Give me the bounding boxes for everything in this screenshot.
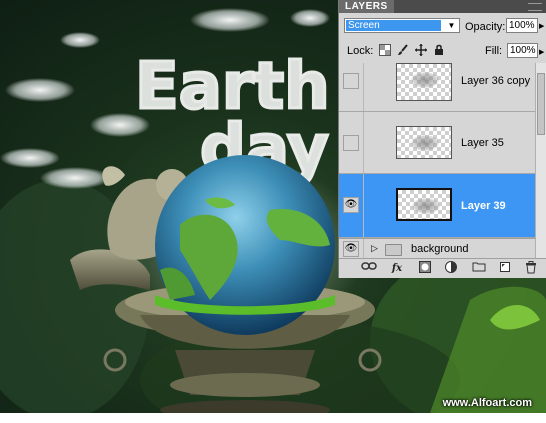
visibility-toggle[interactable] (343, 73, 359, 89)
panel-tab-bar: LAYERS (339, 0, 546, 13)
lock-brush-icon[interactable] (397, 44, 409, 56)
link-icon[interactable] (361, 261, 377, 276)
row-separator (363, 112, 364, 173)
blend-mode-value: Screen (346, 20, 441, 31)
group-name: background (411, 243, 469, 255)
scroll-thumb[interactable] (537, 73, 545, 135)
lock-move-icon[interactable] (415, 44, 427, 56)
layers-panel: LAYERS Screen ▼ Opacity: 100% ▶ Lock: Fi… (338, 0, 546, 278)
fill-slider-arrow-icon[interactable]: ▶ (539, 48, 544, 56)
layer-row-layer-39[interactable]: 👁 Layer 39 (339, 174, 535, 238)
tab-layers[interactable]: LAYERS (339, 0, 394, 13)
expand-arrow-icon[interactable]: ▷ (371, 243, 378, 254)
layer-name: Layer 35 (461, 137, 504, 149)
lock-label: Lock: (347, 45, 374, 57)
artwork-bottom-frame (0, 413, 546, 423)
lock-row: Lock: Fill: 100% ▶ (339, 39, 546, 64)
panel-menu-grip-icon[interactable] (528, 3, 542, 11)
layers-scrollbar[interactable] (535, 63, 546, 258)
opacity-input[interactable]: 100% (506, 18, 538, 33)
opacity-label: Opacity: (465, 21, 506, 33)
blend-mode-dropdown[interactable]: Screen ▼ (344, 18, 460, 33)
adjustment-layer-icon[interactable] (443, 261, 459, 276)
artwork-credit: www.Alfoart.com (442, 397, 532, 409)
visibility-toggle[interactable] (343, 135, 359, 151)
layer-thumbnail (396, 126, 452, 159)
layer-row-layer-35[interactable]: Layer 35 (339, 112, 535, 174)
layer-row-layer-36-copy[interactable]: Layer 36 copy (339, 63, 535, 112)
lock-transparency-icon[interactable] (379, 44, 391, 56)
eye-icon[interactable]: 👁 (343, 197, 359, 213)
row-separator (363, 63, 364, 111)
folder-icon (385, 244, 402, 256)
lock-all-icon[interactable] (433, 44, 445, 56)
chevron-down-icon[interactable]: ▼ (446, 20, 457, 31)
eye-icon[interactable]: 👁 (343, 241, 359, 257)
new-layer-icon[interactable] (497, 261, 513, 276)
layer-name: Layer 36 copy (461, 75, 531, 87)
blend-row: Screen ▼ Opacity: 100% ▶ (339, 13, 546, 39)
layer-group-background[interactable]: 👁 ▷ background (339, 238, 535, 259)
fx-icon[interactable]: fx (389, 261, 405, 276)
row-separator (363, 174, 364, 237)
panel-bottom-toolbar: fx (339, 258, 546, 278)
layer-name: Layer 39 (461, 200, 506, 212)
fill-label: Fill: (485, 45, 503, 57)
layer-thumbnail (396, 63, 452, 101)
layer-mask-icon[interactable] (417, 261, 433, 276)
new-group-icon[interactable] (471, 261, 487, 276)
opacity-slider-arrow-icon[interactable]: ▶ (539, 22, 544, 30)
fill-input[interactable]: 100% (507, 43, 538, 58)
trash-icon[interactable] (523, 261, 539, 276)
row-separator (363, 239, 364, 259)
layer-thumbnail (396, 188, 452, 221)
